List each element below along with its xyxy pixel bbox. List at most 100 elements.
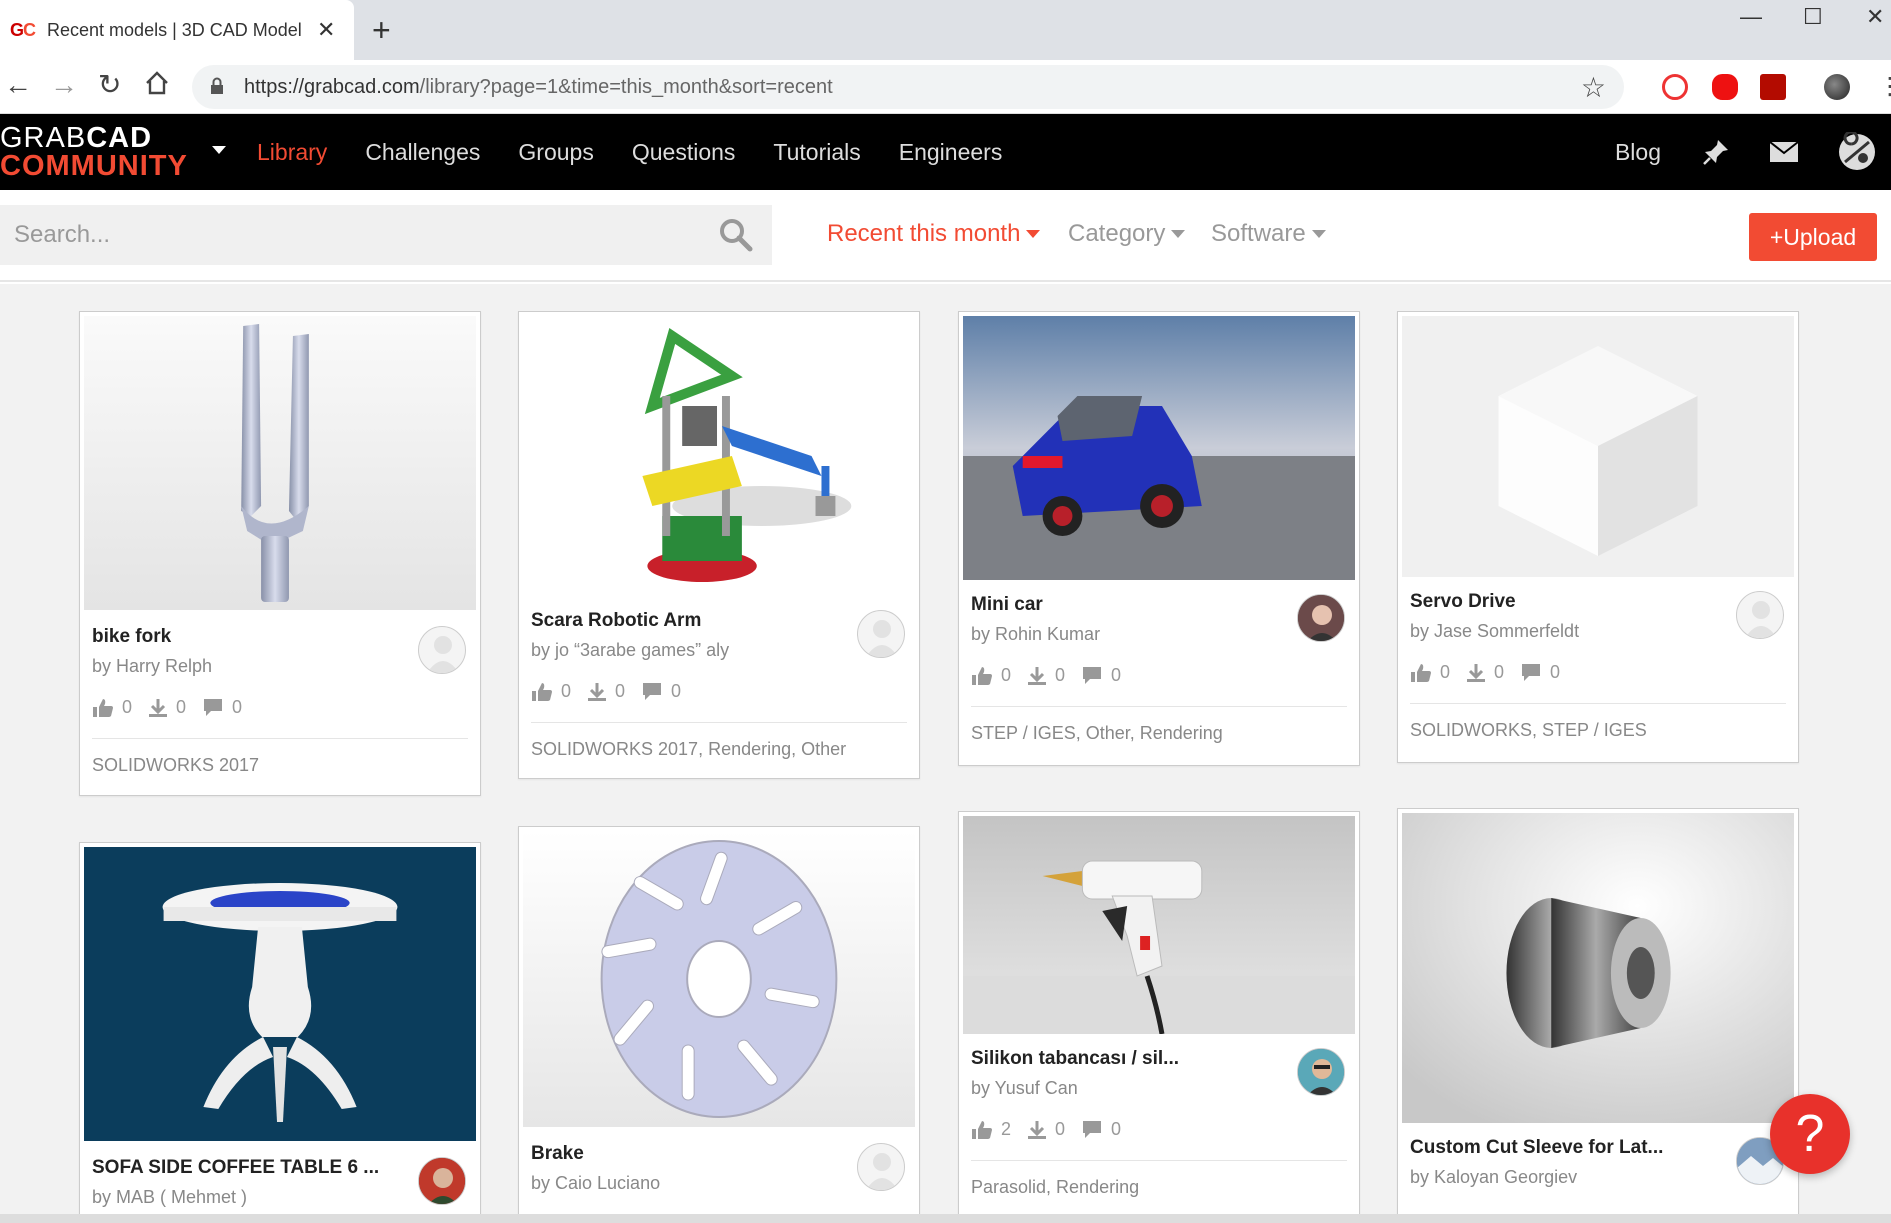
model-title[interactable]: Brake: [531, 1143, 907, 1165]
model-author[interactable]: by jo “3arabe games” aly: [531, 640, 907, 661]
model-title[interactable]: Servo Drive: [1410, 591, 1786, 613]
search-input[interactable]: [14, 217, 694, 253]
comment-icon[interactable]: [1081, 1120, 1103, 1140]
nav-engineers[interactable]: Engineers: [899, 139, 1003, 166]
model-author[interactable]: by Harry Relph: [92, 656, 468, 677]
like-icon[interactable]: [971, 1120, 993, 1140]
model-thumbnail[interactable]: [84, 316, 476, 610]
extension-pdf-icon[interactable]: [1760, 74, 1786, 100]
home-icon[interactable]: [144, 70, 170, 102]
model-stats: 0 0 0: [1410, 662, 1786, 683]
like-count: 0: [1440, 662, 1451, 682]
model-card[interactable]: bike fork by Harry Relph 0 0 0 SOLIDWORK…: [79, 311, 481, 796]
address-bar[interactable]: https://grabcad.com/library?page=1&time=…: [192, 65, 1624, 109]
help-button[interactable]: ?: [1770, 1094, 1850, 1174]
comment-icon[interactable]: [1081, 666, 1103, 686]
bookmark-star-icon[interactable]: ☆: [1581, 71, 1606, 104]
model-title[interactable]: Custom Cut Sleeve for Lat...: [1410, 1137, 1786, 1159]
upload-button[interactable]: +Upload: [1749, 213, 1877, 261]
browser-tab-active[interactable]: GC Recent models | 3D CAD Model Collecti…: [0, 0, 354, 60]
model-card[interactable]: SOFA SIDE COFFEE TABLE 6 ... by MAB ( Me…: [79, 842, 481, 1214]
model-card[interactable]: Brake by Caio Luciano: [518, 826, 920, 1214]
browser-menu-icon[interactable]: ⋮: [1878, 72, 1891, 102]
like-count: 0: [122, 697, 133, 717]
time-filter-label: Recent this month: [827, 220, 1021, 247]
model-thumbnail[interactable]: [1402, 813, 1794, 1123]
messages-envelope-icon[interactable]: [1769, 137, 1799, 167]
author-avatar[interactable]: [418, 626, 466, 674]
maximize-icon[interactable]: ☐: [1803, 4, 1823, 30]
category-filter-dropdown[interactable]: Category: [1068, 220, 1186, 248]
comment-icon[interactable]: [202, 698, 224, 718]
close-window-icon[interactable]: ✕: [1866, 4, 1884, 30]
model-card[interactable]: Servo Drive by Jase Sommerfeldt 0 0 0 SO…: [1397, 311, 1799, 763]
model-author[interactable]: by Kaloyan Georgiev: [1410, 1167, 1786, 1188]
nav-questions[interactable]: Questions: [632, 139, 736, 166]
forward-icon[interactable]: →: [50, 70, 78, 100]
model-card[interactable]: Silikon tabancası / sil... by Yusuf Can …: [958, 811, 1360, 1214]
nav-tutorials[interactable]: Tutorials: [773, 139, 860, 166]
model-grid: bike fork by Harry Relph 0 0 0 SOLIDWORK…: [0, 284, 1891, 1214]
model-thumbnail[interactable]: [523, 831, 915, 1127]
model-thumbnail[interactable]: [1402, 316, 1794, 577]
new-tab-icon[interactable]: +: [372, 14, 391, 46]
download-icon[interactable]: [148, 698, 168, 718]
model-thumbnail[interactable]: [963, 316, 1355, 580]
author-avatar[interactable]: [1297, 594, 1345, 642]
favicon-icon: GC: [10, 19, 36, 40]
model-author[interactable]: by Caio Luciano: [531, 1173, 907, 1194]
model-card[interactable]: Mini car by Rohin Kumar 0 0 0 STEP / IGE…: [958, 311, 1360, 766]
model-thumbnail[interactable]: [523, 316, 915, 594]
tab-title: Recent models | 3D CAD Model Collection: [47, 19, 305, 40]
time-filter-dropdown[interactable]: Recent this month: [827, 220, 1041, 248]
nav-library[interactable]: Library: [257, 139, 327, 166]
search-icon[interactable]: [718, 217, 754, 253]
download-icon[interactable]: [1466, 663, 1486, 683]
grabcad-logo[interactable]: GRABCAD COMMUNITY: [0, 124, 188, 181]
extension-1-icon[interactable]: [1662, 74, 1688, 100]
nav-blog[interactable]: Blog: [1615, 139, 1661, 166]
reload-icon[interactable]: ↻: [98, 70, 121, 100]
model-title[interactable]: SOFA SIDE COFFEE TABLE 6 ...: [92, 1157, 468, 1179]
model-author[interactable]: by Yusuf Can: [971, 1078, 1347, 1099]
community-dropdown-icon[interactable]: [212, 146, 226, 154]
author-avatar[interactable]: [1736, 591, 1784, 639]
model-title[interactable]: Silikon tabancası / sil...: [971, 1048, 1347, 1070]
model-author[interactable]: by Jase Sommerfeldt: [1410, 621, 1786, 642]
author-avatar[interactable]: [1297, 1048, 1345, 1096]
model-stats: 0 0 0: [92, 697, 468, 718]
download-icon[interactable]: [1027, 666, 1047, 686]
minimize-icon[interactable]: —: [1740, 4, 1762, 30]
back-icon[interactable]: ←: [4, 70, 32, 100]
like-icon[interactable]: [531, 682, 553, 702]
model-thumbnail[interactable]: [963, 816, 1355, 1034]
download-icon[interactable]: [587, 682, 607, 702]
nav-challenges[interactable]: Challenges: [365, 139, 480, 166]
comment-icon[interactable]: [1520, 663, 1542, 683]
model-title[interactable]: Scara Robotic Arm: [531, 610, 907, 632]
author-avatar[interactable]: [857, 610, 905, 658]
comment-icon[interactable]: [641, 682, 663, 702]
software-filter-dropdown[interactable]: Software: [1211, 220, 1326, 248]
profile-avatar-icon[interactable]: [1824, 74, 1850, 100]
site-header: GRABCAD COMMUNITY Library Challenges Gro…: [0, 114, 1891, 190]
user-avatar-icon[interactable]: [1837, 132, 1877, 172]
author-avatar[interactable]: [418, 1157, 466, 1205]
model-author[interactable]: by Rohin Kumar: [971, 624, 1347, 645]
nav-groups[interactable]: Groups: [518, 139, 593, 166]
tab-close-icon[interactable]: ✕: [317, 17, 335, 43]
author-avatar[interactable]: [857, 1143, 905, 1191]
download-icon[interactable]: [1027, 1120, 1047, 1140]
bottom-status-bar: [0, 1214, 1891, 1223]
notifications-pin-icon[interactable]: [1701, 137, 1731, 167]
model-author[interactable]: by MAB ( Mehmet ): [92, 1187, 468, 1208]
model-thumbnail[interactable]: [84, 847, 476, 1141]
extension-adblock-icon[interactable]: [1712, 74, 1738, 100]
like-icon[interactable]: [92, 698, 114, 718]
like-icon[interactable]: [971, 666, 993, 686]
model-title[interactable]: bike fork: [92, 626, 468, 648]
model-card[interactable]: Custom Cut Sleeve for Lat... by Kaloyan …: [1397, 808, 1799, 1214]
model-card[interactable]: Scara Robotic Arm by jo “3arabe games” a…: [518, 311, 920, 779]
model-title[interactable]: Mini car: [971, 594, 1347, 616]
like-icon[interactable]: [1410, 663, 1432, 683]
